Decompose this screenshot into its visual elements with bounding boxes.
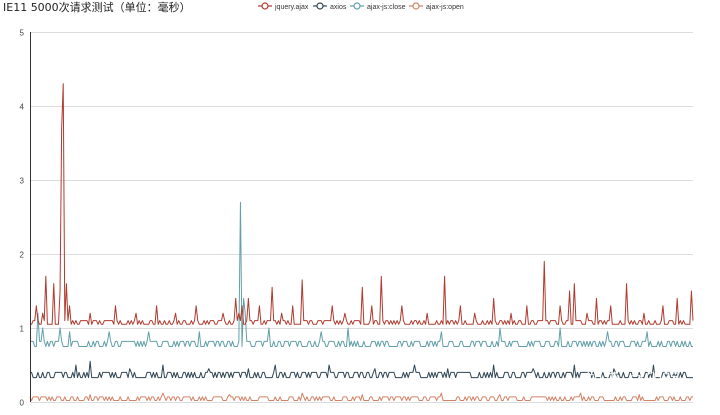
legend-label: ajax-js:close bbox=[367, 4, 406, 11]
watermark: 知乎 @印强 bbox=[585, 371, 681, 392]
chart-title: IE11 5000次请求测试（单位：毫秒） bbox=[3, 0, 191, 14]
y-tick-label: 2 bbox=[20, 251, 25, 260]
chart: IE11 5000次请求测试（单位：毫秒） jquery.ajax axios aj… bbox=[3, 0, 694, 408]
legend-item[interactable]: ajax-js:close bbox=[350, 2, 406, 11]
y-tick-label: 0 bbox=[20, 399, 25, 408]
legend-swatch-marker bbox=[412, 2, 420, 10]
legend-item[interactable]: ajax-js:open bbox=[409, 2, 464, 11]
series-line-ajax-js-open bbox=[29, 392, 693, 402]
y-tick-label: 1 bbox=[20, 325, 25, 334]
legend-label: jquery.ajax bbox=[274, 4, 309, 11]
y-tick-label: 4 bbox=[20, 103, 25, 112]
y-tick-label: 3 bbox=[20, 177, 25, 186]
legend-label: axios bbox=[330, 4, 347, 11]
series-line-jquery-ajax bbox=[30, 83, 694, 325]
series-lines bbox=[29, 83, 694, 402]
legend-swatch-marker bbox=[316, 2, 324, 10]
y-axis-ticks: 0 1 2 3 4 5 bbox=[20, 29, 25, 408]
legend-item[interactable]: jquery.ajax bbox=[258, 2, 309, 11]
series-line-ajax-js-close bbox=[30, 201, 693, 347]
legend-swatch-marker bbox=[261, 2, 269, 10]
legend[interactable]: jquery.ajax axios ajax-js:close ajax-js:ope… bbox=[258, 2, 464, 11]
legend-item[interactable]: axios bbox=[313, 2, 347, 11]
legend-label: ajax-js:open bbox=[426, 4, 464, 11]
legend-swatch-marker bbox=[353, 2, 361, 10]
y-tick-label: 5 bbox=[20, 29, 25, 38]
